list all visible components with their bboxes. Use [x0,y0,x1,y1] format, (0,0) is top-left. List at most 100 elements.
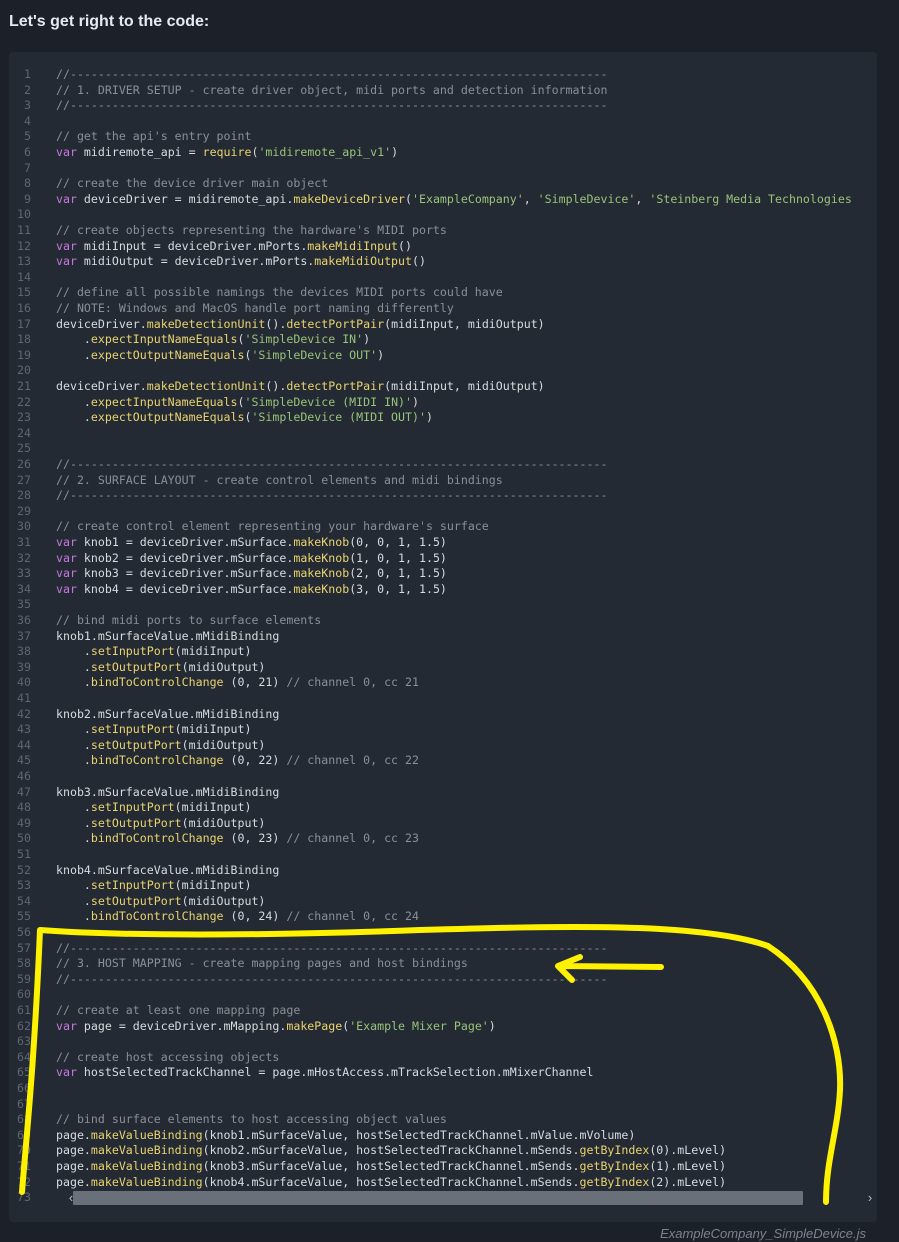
code-token-comment: // 3. HOST MAPPING - create mapping page… [56,956,468,971]
line-number: 8 [24,176,31,191]
code-token-plain: knob1 = deviceDriver.mSurface. [76,535,294,549]
code-token-comment: // create host accessing objects [56,1049,280,1064]
line-text: //--------------------------------------… [56,98,607,114]
line-number: 1 [24,67,31,81]
code-token-function: bindToControlChange [90,675,224,690]
code-line: 38 .setInputPort(midiInput) [9,644,877,660]
code-token-function: detectPortPair [286,379,385,393]
code-line: 17 deviceDriver.makeDetectionUnit().detec… [9,317,877,333]
line-number: 12 [17,238,31,253]
code-token-comment: // 1. DRIVER SETUP - create driver objec… [56,82,608,97]
line-number: 38 [17,644,31,659]
code-token-comment: // channel 0, cc 24 [286,909,419,924]
line-text: .bindToControlChange (0, 24) // channel … [56,909,419,925]
code-line: 61 // create at least one mapping page [9,1003,877,1019]
line-number: 42 [17,706,31,721]
code-token-function: makeKnob [293,566,350,581]
code-token-plain: . [56,410,91,425]
code-token-function: bindToControlChange [90,831,224,846]
code-token-keyword: var [56,238,77,253]
code-token-function: getByIndex [579,1174,650,1189]
code-token-plain: knob4.mSurfaceValue.mMidiBinding [56,862,280,877]
code-line: 39 .setOutputPort(midiOutput) [9,660,877,676]
line-text: var knob2 = deviceDriver.mSurface.makeKn… [56,551,447,567]
code-token-plain: (midiInput) [174,644,252,659]
code-line: 55 .bindToControlChange (0, 24) // chann… [9,909,877,925]
line-number: 69 [17,1127,31,1142]
code-token-keyword: var [56,566,77,581]
line-number: 71 [17,1159,31,1173]
code-token-comment: // create the device driver main object [56,176,329,191]
line-number: 51 [17,847,31,861]
code-line: 56 [9,925,877,941]
code-token-plain: . [56,659,91,674]
code-token-comment: // channel 0, cc 21 [286,675,419,690]
code-token-function: makeMidiOutput [314,254,413,269]
code-token-function: expectOutputNameEquals [90,410,245,425]
line-number: 60 [17,987,31,1002]
code-token-comment: // NOTE: Windows and MacOS handle port n… [56,301,454,315]
line-text: knob3.mSurfaceValue.mMidiBinding [56,785,279,801]
code-token-comment: // create at least one mapping page [56,1003,301,1017]
scroll-right-arrow-icon[interactable]: › [863,1189,877,1207]
scrollbar-thumb[interactable] [73,1191,803,1205]
code-token-function: makePage [286,1018,343,1033]
code-token-plain: (midiInput) [174,878,252,893]
line-number: 41 [17,691,31,705]
line-text: deviceDriver.makeDetectionUnit().detectP… [56,379,545,395]
code-token-comment: //--------------------------------------… [56,98,608,113]
line-number: 36 [17,613,31,627]
code-token-plain: () [412,254,426,269]
code-token-plain: (midiInput) [174,722,252,737]
line-number: 67 [17,1096,31,1111]
line-number: 40 [17,675,31,690]
line-text: .setInputPort(midiInput) [56,878,252,894]
code-line: 30 // create control element representing… [9,519,877,535]
line-text: // create host accessing objects [56,1050,279,1066]
line-number: 23 [17,410,31,425]
line-text: .expectOutputNameEquals('SimpleDevice OU… [56,348,384,364]
line-number: 10 [17,207,31,222]
code-token-function: makeKnob [293,550,350,565]
line-number: 47 [17,784,31,799]
code-line: 33 var knob3 = deviceDriver.mSurface.make… [9,566,877,582]
line-number: 54 [17,893,31,908]
code-line: 12 var midiInput = deviceDriver.mPorts.ma… [9,239,877,255]
code-token-plain: (midiOutput) [181,737,266,752]
line-text: //--------------------------------------… [56,67,607,83]
code-token-keyword: var [56,550,77,565]
code-token-function: setInputPort [90,722,175,737]
code-line: 16 // NOTE: Windows and MacOS handle port… [9,301,877,317]
code-line: 4 [9,114,877,130]
code-line: 62 var page = deviceDriver.mMapping.makeP… [9,1019,877,1035]
line-number: 34 [17,581,31,596]
code-token-function: setOutputPort [90,815,182,830]
code-token-plain: . [56,753,91,768]
code-token-function: makeValueBinding [90,1143,203,1158]
code-token-plain: (2, 0, 1, 1.5) [349,566,447,581]
code-line: 36 // bind midi ports to surface elements [9,613,877,629]
code-token-comment: // channel 0, cc 23 [286,831,419,846]
code-line: 68 // bind surface elements to host acces… [9,1112,877,1128]
code-token-plain: . [56,815,91,830]
code-token-plain: knob4 = deviceDriver.mSurface. [76,581,294,596]
line-text: // bind surface elements to host accessi… [56,1112,447,1128]
code-token-keyword: var [56,191,77,206]
line-number: 35 [17,597,31,612]
line-text: //--------------------------------------… [56,488,607,504]
code-token-plain: page. [56,1127,91,1142]
code-token-function: setOutputPort [90,893,182,908]
code-line: 19 .expectOutputNameEquals('SimpleDevice… [9,348,877,364]
code-line: 14 [9,270,877,286]
code-line: 57 //------------------------------------… [9,941,877,957]
code-line: 5 // get the api's entry point [9,129,877,145]
horizontal-scrollbar[interactable]: ‹ › [64,1189,877,1207]
code-line: 6 var midiremote_api = require('midiremot… [9,145,877,161]
code-token-function: setInputPort [90,644,175,659]
code-line: 2 // 1. DRIVER SETUP - create driver obje… [9,83,877,99]
line-text: var page = deviceDriver.mMapping.makePag… [56,1019,496,1035]
code-line: 51 [9,847,877,863]
code-token-comment: // create objects representing the hardw… [56,223,447,237]
line-number: 29 [17,503,31,518]
line-text: var midiInput = deviceDriver.mPorts.make… [56,239,412,255]
